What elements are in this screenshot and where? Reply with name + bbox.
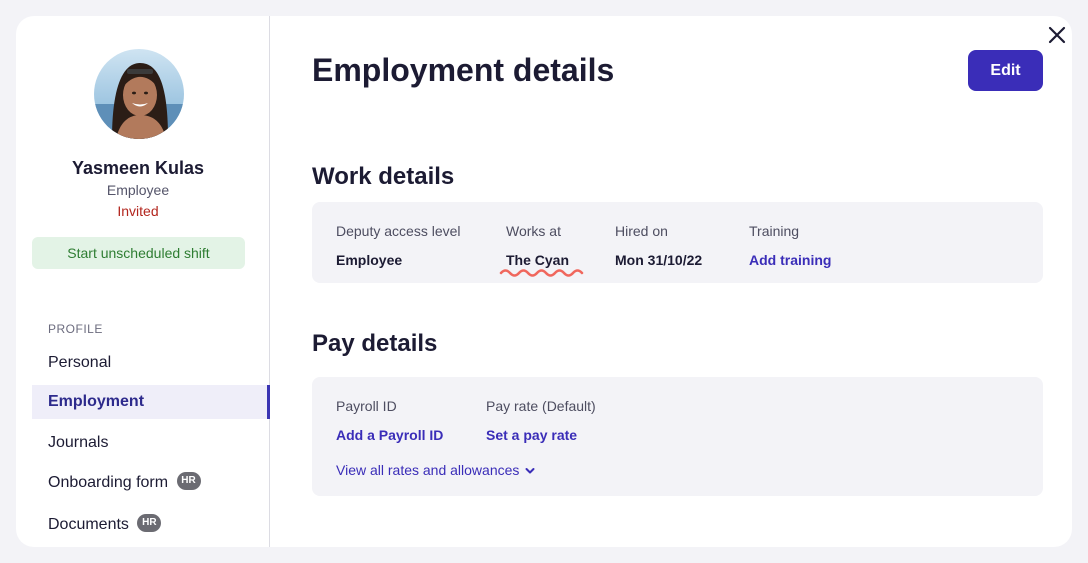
page-title: Employment details bbox=[312, 52, 615, 88]
field-label: Payroll ID bbox=[336, 398, 397, 414]
pay-rate-field: Pay rate (Default) Set a pay rate bbox=[486, 398, 596, 443]
field-label: Pay rate (Default) bbox=[486, 398, 596, 414]
works-at-field: Works at The Cyan bbox=[499, 223, 584, 277]
avatar bbox=[94, 49, 184, 139]
hr-badge: HR bbox=[137, 514, 162, 533]
field-label: Hired on bbox=[615, 223, 668, 239]
user-name: Yasmeen Kulas bbox=[71, 158, 205, 178]
start-unscheduled-shift-button[interactable]: Start unscheduled shift bbox=[32, 237, 245, 269]
work-details-card: Deputy access level Employee Works at Th… bbox=[312, 202, 1043, 283]
access-level-field: Deputy access level Employee bbox=[336, 223, 461, 268]
sidebar-item-onboarding-form[interactable]: Onboarding form HR bbox=[32, 466, 270, 500]
close-button[interactable] bbox=[1046, 24, 1068, 46]
work-details-title: Work details bbox=[312, 163, 455, 190]
edit-button[interactable]: Edit bbox=[968, 50, 1043, 91]
field-value: The Cyan bbox=[506, 252, 570, 268]
training-field: Training Add training bbox=[749, 223, 831, 268]
pay-details-card: Payroll ID Add a Payroll ID Pay rate (De… bbox=[312, 377, 1043, 496]
field-label: Training bbox=[749, 223, 800, 239]
set-pay-rate-link[interactable]: Set a pay rate bbox=[486, 427, 596, 443]
employment-details-panel: Employment details Edit Work details Dep… bbox=[270, 16, 1072, 547]
sidebar-item-label: Journals bbox=[48, 434, 109, 451]
chevron-down-icon bbox=[525, 468, 535, 474]
profile-sidebar: Yasmeen Kulas Employee Invited Start uns… bbox=[16, 16, 270, 547]
field-value: Mon 31/10/22 bbox=[615, 252, 703, 268]
add-training-link[interactable]: Add training bbox=[749, 252, 831, 268]
field-label: Works at bbox=[506, 223, 561, 239]
sidebar-item-journals[interactable]: Journals bbox=[32, 426, 270, 460]
spellcheck-squiggle bbox=[499, 269, 584, 277]
hr-badge: HR bbox=[176, 472, 201, 491]
view-all-rates-label: View all rates and allowances bbox=[336, 462, 520, 478]
sidebar-item-label: Onboarding form bbox=[48, 474, 169, 491]
employee-profile-modal: Yasmeen Kulas Employee Invited Start uns… bbox=[16, 16, 1072, 547]
sidebar-item-label: Documents bbox=[48, 516, 129, 533]
user-role: Employee bbox=[106, 182, 170, 198]
field-value: Employee bbox=[336, 252, 403, 268]
close-icon bbox=[1048, 26, 1066, 44]
sidebar-item-label: Employment bbox=[48, 393, 145, 410]
sidebar-item-personal[interactable]: Personal bbox=[32, 346, 270, 380]
view-all-rates-link[interactable]: View all rates and allowances bbox=[336, 462, 535, 478]
payroll-id-field: Payroll ID Add a Payroll ID bbox=[336, 398, 443, 443]
field-label: Deputy access level bbox=[336, 223, 461, 239]
sidebar-item-documents[interactable]: Documents HR bbox=[32, 508, 270, 542]
invite-status: Invited bbox=[117, 203, 159, 219]
pay-details-title: Pay details bbox=[312, 330, 438, 357]
sidebar-item-employment[interactable]: Employment bbox=[32, 385, 270, 419]
profile-section-label: PROFILE bbox=[48, 322, 103, 336]
add-payroll-id-link[interactable]: Add a Payroll ID bbox=[336, 427, 443, 443]
sidebar-item-label: Personal bbox=[48, 354, 112, 371]
hired-on-field: Hired on Mon 31/10/22 bbox=[615, 223, 702, 268]
